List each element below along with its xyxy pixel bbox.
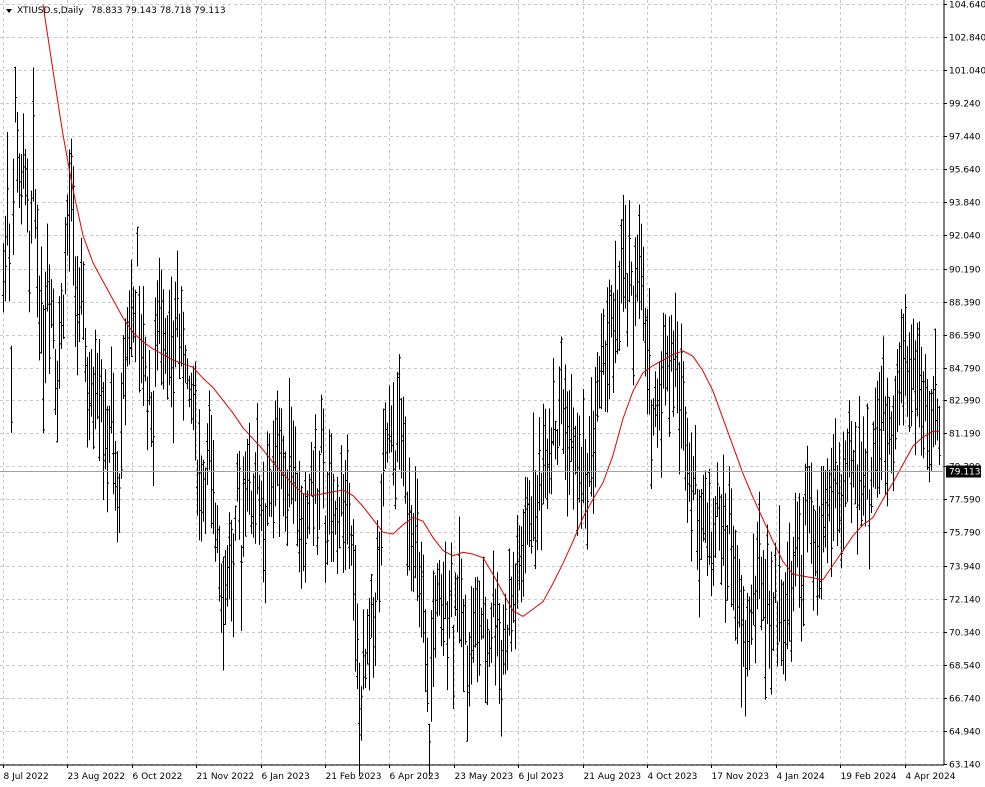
current-price-label: 79.113 — [949, 468, 981, 478]
y-tick-label: 68.540 — [949, 662, 981, 672]
x-tick-label: 21 Feb 2023 — [326, 772, 382, 782]
x-tick-label: 19 Feb 2024 — [841, 772, 897, 782]
price-chart[interactable]: 104.640 102.840 101.040 99.240 97.440 95.640 9… — [0, 0, 985, 787]
x-tick-label: 17 Nov 2023 — [712, 772, 770, 782]
y-tick-label: 92.040 — [949, 232, 981, 242]
chart-info: XTIUSD.s,Daily 78.833 79.143 78.718 79.1… — [6, 6, 226, 16]
x-tick-label: 4 Jan 2024 — [777, 772, 825, 782]
y-tick-label: 66.740 — [949, 695, 981, 705]
ohlc-readout: 78.833 79.143 78.718 79.113 — [91, 6, 226, 16]
x-tick-label: 21 Nov 2022 — [197, 772, 255, 782]
y-tick-label: 104.640 — [949, 1, 985, 11]
y-tick-label: 75.790 — [949, 529, 981, 539]
y-tick-label: 95.640 — [949, 166, 981, 176]
x-tick-label: 4 Oct 2023 — [648, 772, 698, 782]
y-tick-label: 90.190 — [949, 266, 981, 276]
y-tick-label: 102.840 — [949, 34, 985, 44]
y-tick-label: 81.190 — [949, 430, 981, 440]
y-tick-label: 93.840 — [949, 199, 981, 209]
x-tick-label: 6 Oct 2022 — [133, 772, 183, 782]
y-tick-label: 63.140 — [949, 761, 981, 771]
x-tick-label: 23 Aug 2022 — [68, 772, 126, 782]
y-tick-label: 72.140 — [949, 596, 981, 606]
y-tick-label: 88.390 — [949, 299, 981, 309]
x-tick-label: 4 Apr 2024 — [906, 772, 956, 782]
y-tick-label: 84.790 — [949, 365, 981, 375]
y-tick-label: 73.940 — [949, 563, 981, 573]
symbol-label: XTIUSD.s,Daily — [17, 6, 84, 16]
x-tick-label: 21 Aug 2023 — [584, 772, 642, 782]
y-tick-label: 82.990 — [949, 397, 981, 407]
x-tick-label: 23 May 2023 — [455, 772, 514, 782]
y-tick-label: 101.040 — [949, 67, 985, 77]
x-tick-label: 8 Jul 2022 — [4, 772, 49, 782]
y-tick-label: 64.940 — [949, 728, 981, 738]
y-tick-label: 70.340 — [949, 629, 981, 639]
y-tick-label: 97.440 — [949, 133, 981, 143]
x-tick-label: 6 Jan 2023 — [262, 772, 310, 782]
y-tick-label: 99.240 — [949, 100, 981, 110]
x-tick-label: 6 Apr 2023 — [390, 772, 440, 782]
y-tick-label: 77.590 — [949, 496, 981, 506]
x-tick-label: 6 Jul 2023 — [519, 772, 564, 782]
y-tick-label: 86.590 — [949, 332, 981, 342]
